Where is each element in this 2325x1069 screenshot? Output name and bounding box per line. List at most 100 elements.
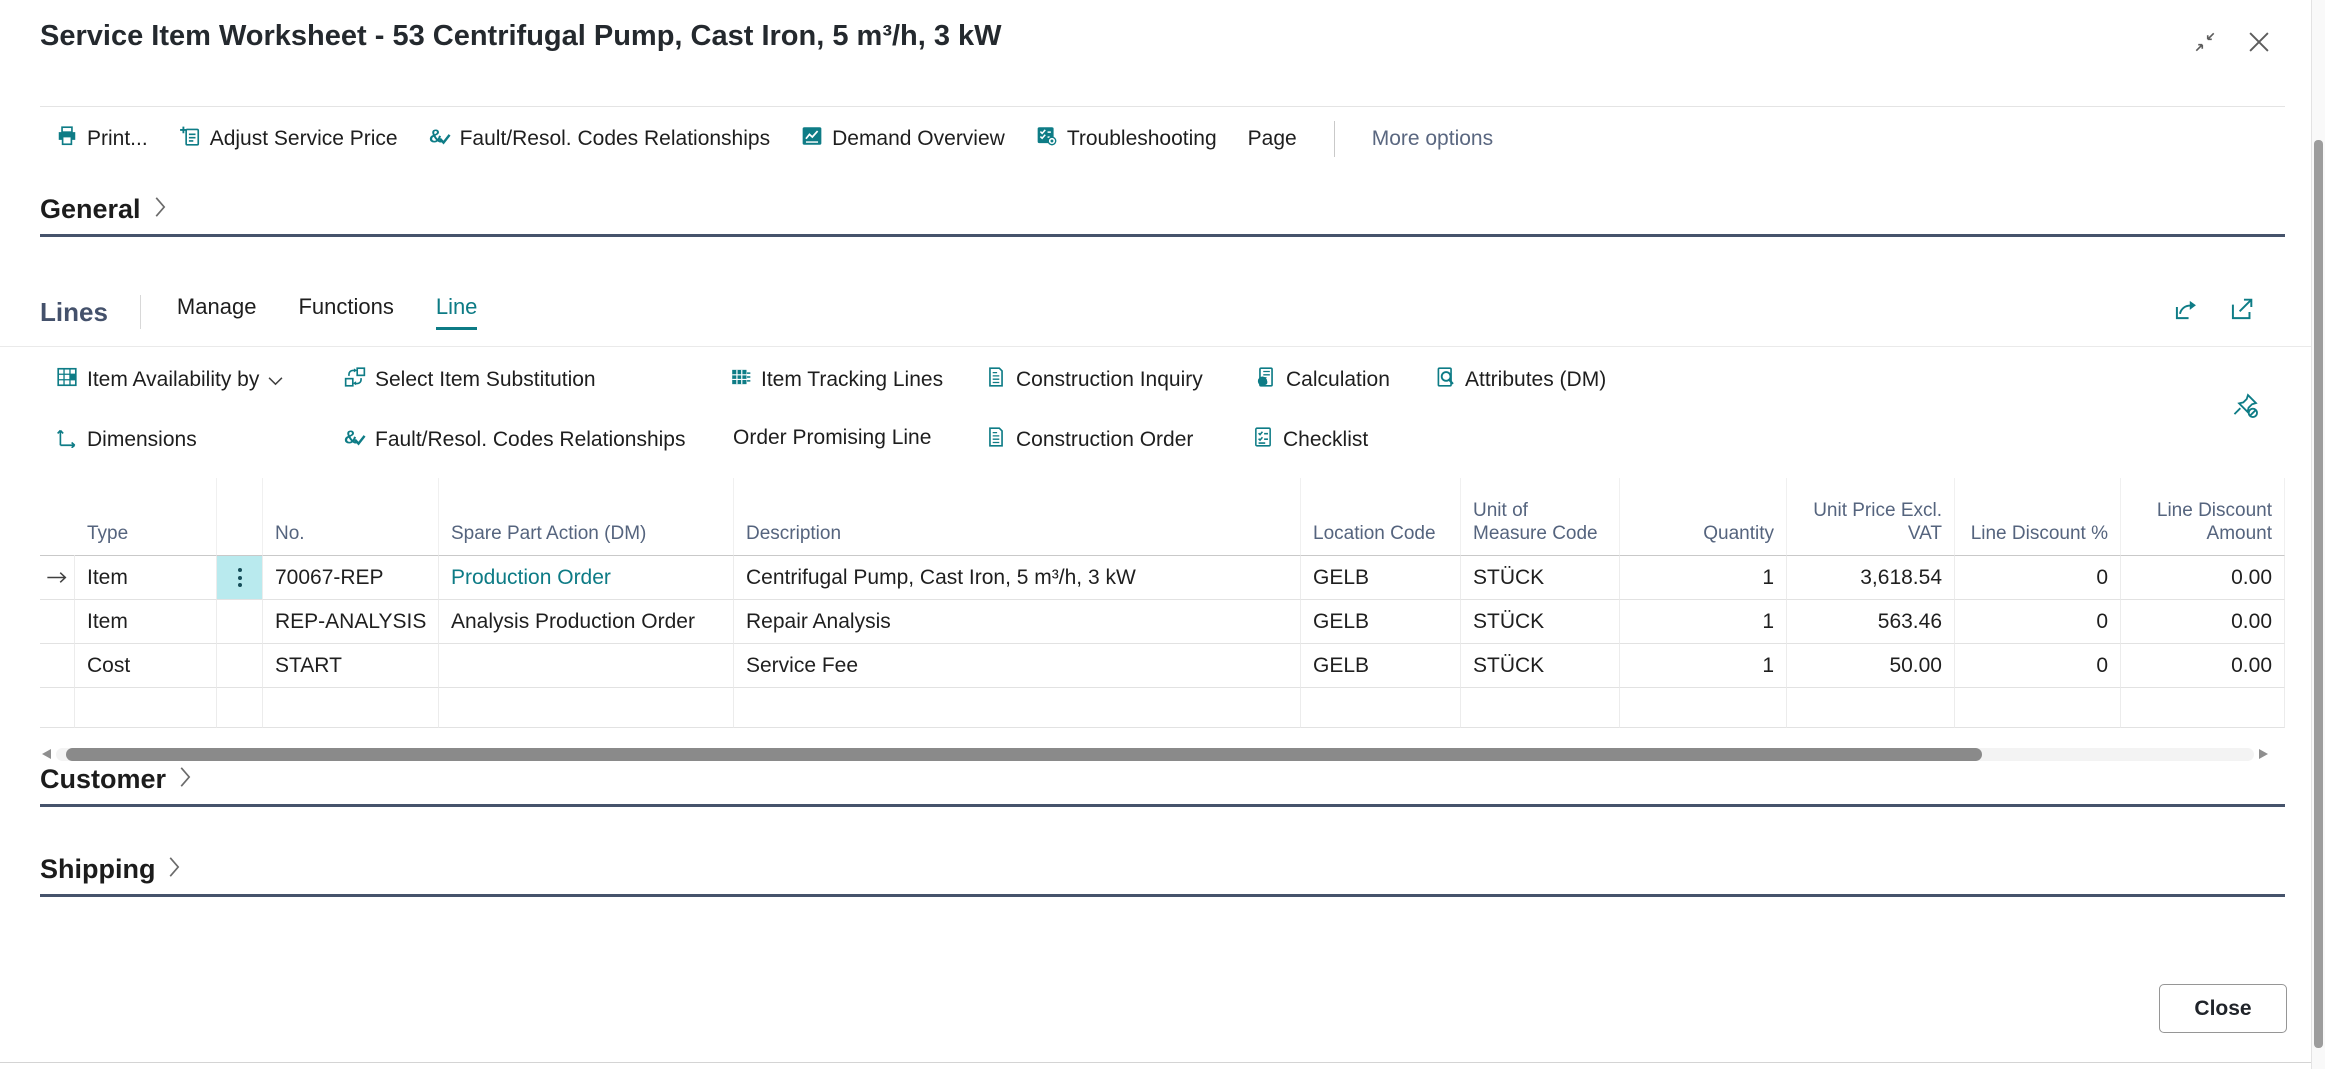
construction-inquiry-button[interactable]: Construction Inquiry [985, 366, 1203, 394]
collapse-window-icon[interactable] [2193, 30, 2217, 54]
cell-location[interactable]: GELB [1301, 644, 1461, 688]
section-customer[interactable]: Customer [40, 764, 192, 795]
cell-location[interactable]: GELB [1301, 600, 1461, 644]
cell-unit-price[interactable]: 563.46 [1787, 600, 1955, 644]
col-header-quantity[interactable]: Quantity [1620, 478, 1787, 556]
cell-location[interactable]: GELB [1301, 556, 1461, 600]
cell-type[interactable]: Cost [75, 644, 217, 688]
select-item-substitution-button[interactable]: Select Item Substitution [344, 366, 596, 394]
horizontal-scroll-thumb[interactable] [66, 748, 1982, 761]
cell-quantity[interactable]: 1 [1620, 644, 1787, 688]
svg-text:&: & [429, 126, 443, 147]
col-header-description[interactable]: Description [734, 478, 1301, 556]
attributes-dm-button[interactable]: Attributes (DM) [1434, 366, 1606, 394]
item-availability-by-button[interactable]: Item Availability by [56, 366, 283, 394]
cell-line-discount-amt[interactable]: 0.00 [2121, 600, 2285, 644]
fault-resol-codes-line-button[interactable]: & Fault/Resol. Codes Relationships [344, 426, 686, 454]
cell-uom[interactable] [1461, 688, 1620, 728]
cell-quantity[interactable] [1620, 688, 1787, 728]
cell-spare-part-action[interactable] [439, 644, 734, 688]
scroll-left-arrow-icon[interactable] [42, 749, 51, 759]
cell-description[interactable]: Centrifugal Pump, Cast Iron, 5 m³/h, 3 k… [734, 556, 1301, 600]
share-icon[interactable] [2172, 296, 2199, 328]
scroll-right-arrow-icon[interactable] [2259, 749, 2268, 759]
cell-no[interactable]: START [263, 644, 439, 688]
cell-unit-price[interactable]: 3,618.54 [1787, 556, 1955, 600]
row-actions-cell[interactable] [217, 556, 263, 600]
cell-uom[interactable]: STÜCK [1461, 644, 1620, 688]
col-header-spare-part-action[interactable]: Spare Part Action (DM) [439, 478, 734, 556]
cell-description[interactable]: Service Fee [734, 644, 1301, 688]
order-promising-line-button[interactable]: Order Promising Line [733, 426, 931, 450]
row-actions-cell[interactable] [217, 688, 263, 728]
checklist-button[interactable]: Checklist [1252, 426, 1368, 454]
section-general[interactable]: General [40, 194, 167, 225]
vertical-scroll-thumb[interactable] [2314, 140, 2323, 1048]
cell-spare-part-action[interactable] [439, 688, 734, 728]
cell-quantity[interactable]: 1 [1620, 600, 1787, 644]
horizontal-scrollbar[interactable] [40, 746, 2270, 763]
lines-header-bar: Lines Manage Functions Line [40, 294, 519, 330]
demand-overview-button[interactable]: Demand Overview [801, 125, 1005, 153]
construction-order-label: Construction Order [1016, 428, 1193, 452]
item-tracking-lines-label: Item Tracking Lines [761, 368, 943, 392]
cell-uom[interactable]: STÜCK [1461, 556, 1620, 600]
col-header-location-code[interactable]: Location Code [1301, 478, 1461, 556]
construction-order-button[interactable]: Construction Order [985, 426, 1193, 454]
more-options-button[interactable]: More options [1372, 127, 1493, 151]
col-header-unit-of-measure[interactable]: Unit of Measure Code [1461, 478, 1620, 556]
cell-line-discount-pct[interactable]: 0 [1955, 644, 2121, 688]
page-menu-button[interactable]: Page [1248, 127, 1297, 151]
cell-description[interactable]: Repair Analysis [734, 600, 1301, 644]
cell-description[interactable] [734, 688, 1301, 728]
open-in-new-window-icon[interactable] [2228, 296, 2255, 328]
cell-line-discount-pct[interactable]: 0 [1955, 556, 2121, 600]
window-controls [2193, 28, 2273, 56]
cell-type[interactable]: Item [75, 600, 217, 644]
cell-no[interactable]: 70067-REP [263, 556, 439, 600]
tab-manage[interactable]: Manage [177, 294, 257, 330]
calculation-button[interactable]: % Calculation [1255, 366, 1390, 394]
cell-unit-price[interactable] [1787, 688, 1955, 728]
cell-unit-price[interactable]: 50.00 [1787, 644, 1955, 688]
item-tracking-lines-button[interactable]: Item Tracking Lines [730, 366, 943, 394]
col-header-no[interactable]: No. [263, 478, 439, 556]
cell-type[interactable]: Item [75, 556, 217, 600]
row-indicator-cell [40, 600, 75, 644]
adjust-service-price-button[interactable]: Adjust Service Price [179, 125, 398, 153]
title-divider [40, 106, 2285, 107]
close-window-icon[interactable] [2245, 28, 2273, 56]
troubleshooting-button[interactable]: Troubleshooting [1036, 125, 1217, 153]
cell-no[interactable]: REP-ANALYSIS [263, 600, 439, 644]
tab-line[interactable]: Line [436, 294, 478, 330]
cell-spare-part-action[interactable]: Analysis Production Order [439, 600, 734, 644]
row-actions-cell[interactable] [217, 600, 263, 644]
general-label: General [40, 194, 141, 225]
cell-line-discount-pct[interactable]: 0 [1955, 600, 2121, 644]
print-button[interactable]: Print... [56, 125, 148, 153]
tab-functions[interactable]: Functions [298, 294, 393, 330]
cell-line-discount-pct[interactable] [1955, 688, 2121, 728]
section-shipping[interactable]: Shipping [40, 854, 181, 885]
cell-location[interactable] [1301, 688, 1461, 728]
col-header-unit-price[interactable]: Unit Price Excl. VAT [1787, 478, 1955, 556]
cell-no[interactable] [263, 688, 439, 728]
col-header-line-discount-pct[interactable]: Line Discount % [1955, 478, 2121, 556]
cell-spare-part-action-link[interactable]: Production Order [439, 556, 734, 600]
unpin-icon[interactable] [2232, 392, 2259, 424]
close-button[interactable]: Close [2159, 984, 2287, 1033]
cell-quantity[interactable]: 1 [1620, 556, 1787, 600]
col-header-line-discount-amt[interactable]: Line Discount Amount [2121, 478, 2285, 556]
cell-uom[interactable]: STÜCK [1461, 600, 1620, 644]
vertical-scrollbar[interactable] [2311, 0, 2325, 1069]
customer-rule [40, 804, 2285, 807]
fault-resol-codes-line-label: Fault/Resol. Codes Relationships [375, 428, 686, 452]
cell-line-discount-amt[interactable]: 0.00 [2121, 556, 2285, 600]
fault-resol-codes-button[interactable]: & Fault/Resol. Codes Relationships [429, 125, 771, 153]
row-actions-cell[interactable] [217, 644, 263, 688]
cell-line-discount-amt[interactable] [2121, 688, 2285, 728]
dimensions-button[interactable]: Dimensions [56, 426, 197, 454]
cell-line-discount-amt[interactable]: 0.00 [2121, 644, 2285, 688]
cell-type[interactable] [75, 688, 217, 728]
col-header-type[interactable]: Type [75, 478, 217, 556]
